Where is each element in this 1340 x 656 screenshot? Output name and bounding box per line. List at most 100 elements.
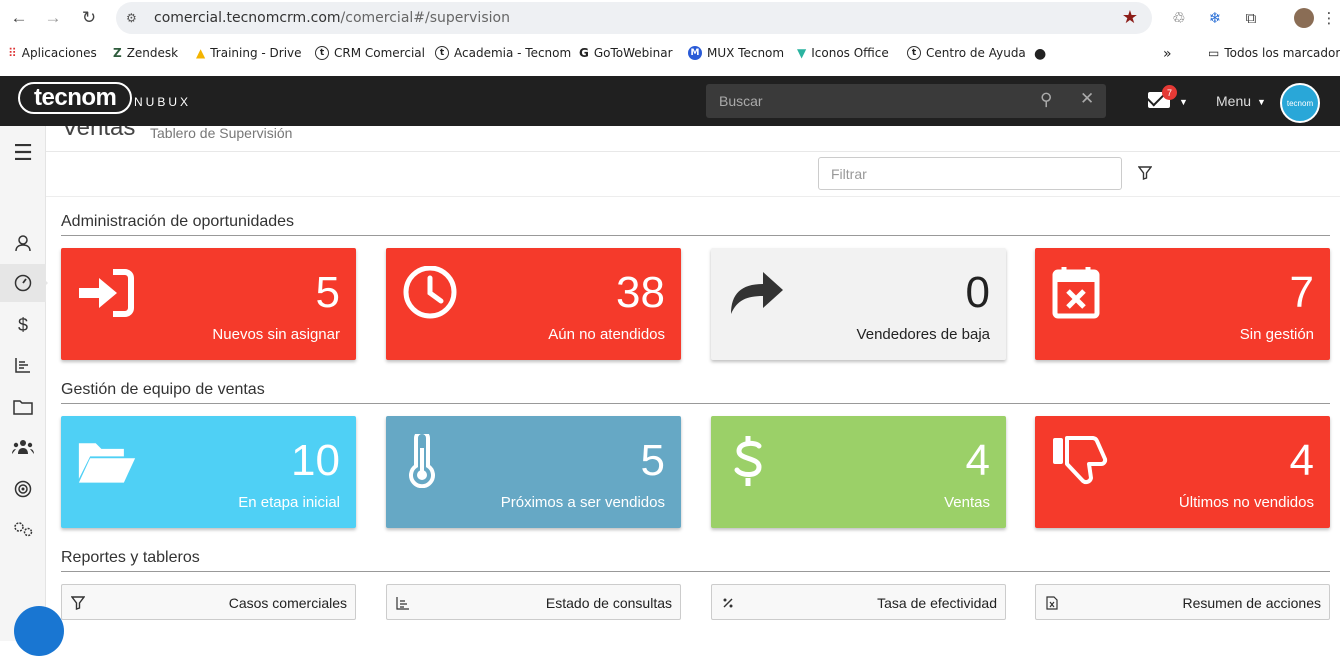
t-icon: t [907,46,921,60]
page-subtitle: Tablero de Supervisión [150,126,293,141]
tile-sin-gestion[interactable]: 7 Sin gestión [1035,248,1330,360]
tecnom-logo[interactable]: tecnom [18,82,133,114]
bookmark-centro-ayuda[interactable]: t Centro de Ayuda [907,46,1026,60]
snowflake-extension-icon[interactable]: ❄ [1204,7,1226,29]
tile-en-etapa-inicial[interactable]: 10 En etapa inicial [61,416,356,528]
g-icon: G [579,46,589,60]
bookmark-training-drive[interactable]: ▲ Training - Drive [196,46,302,60]
clock-icon [403,266,457,319]
bookmark-crm-comercial[interactable]: t CRM Comercial [315,46,425,60]
tile-count: 7 [1289,268,1314,317]
bookmark-globe[interactable]: ● [1034,46,1046,62]
tile-nuevos-sin-asignar[interactable]: 5 Nuevos sin asignar [61,248,356,360]
bar-chart-icon[interactable] [0,346,46,384]
bookmark-academia[interactable]: t Academia - Tecnom [435,46,571,60]
drive-icon: ▲ [196,46,206,60]
tile-label: Próximos a ser vendidos [500,494,665,511]
product-name: NUBUX [134,95,192,109]
bookmarks-overflow[interactable]: » [1163,46,1172,62]
team-icon[interactable] [0,428,46,466]
chevron-down-icon[interactable]: ▼ [1257,97,1266,107]
tile-vendedores-de-baja[interactable]: 0 Vendedores de baja [711,248,1006,360]
menu-button[interactable]: Menu [1216,93,1251,109]
all-bookmarks[interactable]: ▭Todos los marcadores [1208,46,1340,60]
bookmark-apps[interactable]: ⠿ Aplicaciones [8,46,97,60]
divider [46,151,1340,152]
notification-badge: 7 [1162,85,1177,100]
t-icon: t [315,46,329,60]
profile-avatar-icon[interactable] [1293,7,1315,29]
gears-icon[interactable] [0,510,46,548]
sign-in-icon [79,269,134,317]
folder-icon[interactable] [0,388,46,426]
share-arrow-icon [731,272,783,314]
percent-icon [723,598,733,608]
t-icon: t [435,46,449,60]
reload-icon[interactable]: ↻ [78,7,100,29]
tile-label: En etapa inicial [238,494,340,511]
tile-count: 4 [1289,436,1314,485]
report-label: Casos comerciales [228,595,347,611]
dashboard-gauge-icon[interactable] [0,264,48,302]
app-header: tecnom NUBUX ⚲ ✕ 7 ▼ Menu ▼ tecnom [0,76,1340,126]
target-icon[interactable] [0,470,46,508]
thermometer-icon [409,434,435,488]
bookmark-zendesk[interactable]: Z Zendesk [113,46,178,60]
report-casos-comerciales-button[interactable]: Casos comerciales [61,584,356,620]
kebab-menu-icon[interactable]: ⋮ [1318,7,1340,29]
tile-aun-no-atendidos[interactable]: 38 Aún no atendidos [386,248,681,360]
global-search: ⚲ ✕ [706,84,1106,118]
main-content: Ventas Tablero de Supervisión Administra… [46,126,1340,641]
tile-ultimos-no-vendidos[interactable]: 4 Últimos no vendidos [1035,416,1330,528]
m-icon: M [688,46,702,60]
bookmark-iconos-office[interactable]: ▼ Iconos Office [797,46,889,60]
close-icon[interactable]: ✕ [1080,89,1094,109]
browser-toolbar: ← → ↻ ⚙ comercial.tecnomcrm.com/comercia… [0,0,1340,36]
chevron-down-icon[interactable]: ▼ [1179,97,1188,107]
folder-open-icon [78,443,136,483]
funnel-icon[interactable] [1138,166,1152,180]
bookmark-mux-tecnom[interactable]: M MUX Tecnom [688,46,784,60]
tile-label: Ventas [944,494,990,511]
zendesk-icon: Z [113,46,122,60]
v-icon: ▼ [797,46,807,60]
address-bar[interactable]: ⚙ comercial.tecnomcrm.com/comercial#/sup… [116,2,1152,34]
avatar[interactable]: tecnom [1280,83,1320,123]
report-tasa-efectividad-button[interactable]: Tasa de efectividad [711,584,1006,620]
report-estado-consultas-button[interactable]: Estado de consultas [386,584,681,620]
tile-count: 4 [965,436,990,485]
apps-grid-icon: ⠿ [8,46,17,60]
back-arrow-icon[interactable]: ← [8,7,30,29]
browser-chrome: ← → ↻ ⚙ comercial.tecnomcrm.com/comercia… [0,0,1340,76]
search-input[interactable] [706,84,1026,118]
recycle-extension-icon[interactable]: ♲ [1168,7,1190,29]
tile-label: Aún no atendidos [548,326,665,343]
bar-chart-icon [396,597,409,610]
tile-label: Últimos no vendidos [1178,494,1314,511]
report-resumen-acciones-button[interactable]: Resumen de acciones [1035,584,1330,620]
calendar-x-icon [1052,267,1100,319]
report-label: Resumen de acciones [1182,595,1321,611]
puzzle-extension-icon[interactable]: ⧉ [1240,7,1262,29]
tile-label: Nuevos sin asignar [212,326,340,343]
tile-ventas[interactable]: 4 Ventas [711,416,1006,528]
site-settings-icon[interactable]: ⚙ [126,11,144,25]
bookmark-gotowebinar[interactable]: G GoToWebinar [579,46,673,60]
forward-arrow-icon[interactable]: → [42,7,64,29]
section-title-team: Gestión de equipo de ventas [61,381,265,398]
tile-proximos-a-ser-vendidos[interactable]: 5 Próximos a ser vendidos [386,416,681,528]
tile-count: 5 [640,436,665,485]
tile-label: Sin gestión [1239,326,1314,343]
tile-count: 38 [616,268,665,317]
globe-icon: ● [1034,46,1047,62]
divider [61,235,1330,236]
bookmarks-bar: ⠿ Aplicaciones Z Zendesk ▲ Training - Drive… [0,40,1340,68]
divider [61,403,1330,404]
divider [61,571,1330,572]
bookmark-star-icon[interactable]: ★ [1122,7,1138,28]
dollar-icon[interactable]: $ [0,306,46,344]
search-icon[interactable]: ⚲ [1040,90,1052,110]
hamburger-menu-icon[interactable]: ☰ [0,134,46,172]
filter-input[interactable] [818,157,1122,190]
user-icon[interactable] [0,224,46,262]
